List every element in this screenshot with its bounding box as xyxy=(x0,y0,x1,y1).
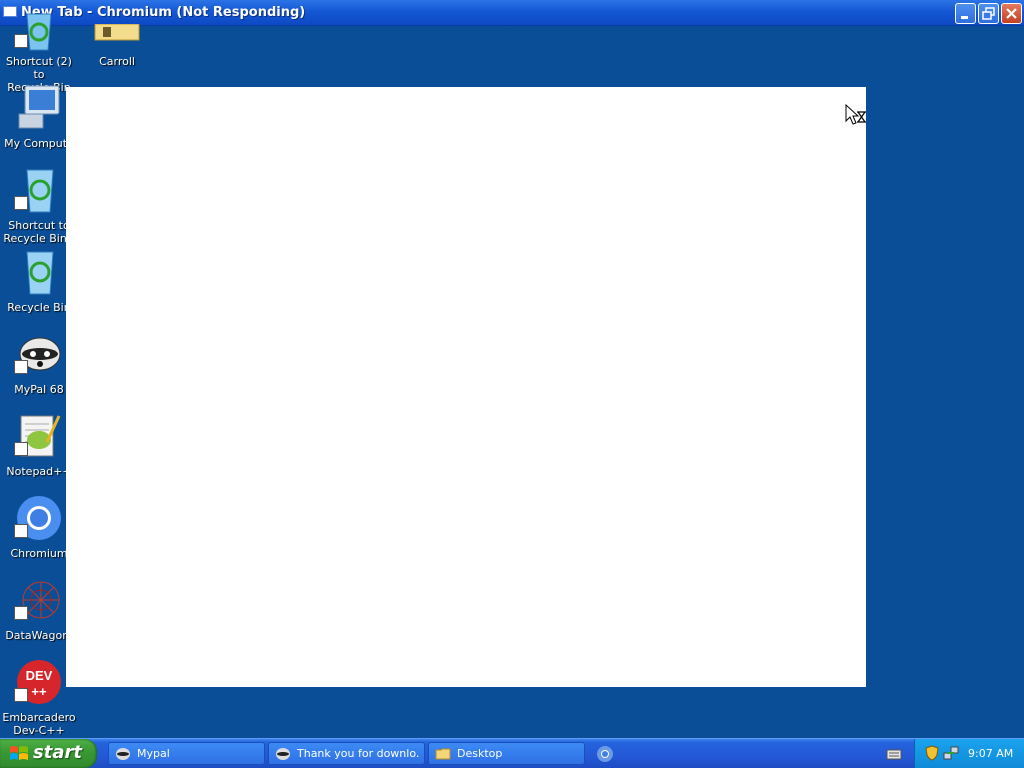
svg-text:++: ++ xyxy=(31,684,47,699)
system-tray: 9:07 AM xyxy=(914,739,1024,768)
shortcut-arrow-icon xyxy=(14,360,28,374)
taskbar-button-desktop[interactable]: Desktop xyxy=(428,742,585,765)
security-shield-icon[interactable] xyxy=(925,745,939,761)
start-label: start xyxy=(33,742,82,763)
taskbar-button-label: Desktop xyxy=(457,747,503,760)
close-button[interactable] xyxy=(1001,3,1022,24)
recycle-bin-icon xyxy=(26,251,54,295)
mypal-raccoon-icon xyxy=(116,748,130,760)
start-button[interactable]: start xyxy=(0,739,97,768)
mypal-raccoon-icon xyxy=(276,748,290,760)
busy-cursor-icon xyxy=(845,104,866,125)
desktop-icon-shortcut2-recycle-bin[interactable]: Shortcut (2) to Recycle Bin xyxy=(0,13,78,94)
shortcut-arrow-icon xyxy=(14,442,28,456)
browser-content-area[interactable] xyxy=(66,87,866,687)
desktop-icon-label: Embarcadero Dev-C++ xyxy=(2,711,76,737)
folder-icon xyxy=(435,748,451,760)
minimize-button[interactable] xyxy=(955,3,976,24)
shortcut-arrow-icon xyxy=(14,606,28,620)
minimize-icon xyxy=(961,16,968,19)
restore-button[interactable] xyxy=(978,3,999,24)
windows-logo-icon xyxy=(10,746,28,760)
taskbar-button-label: Mypal xyxy=(137,747,170,760)
taskbar-button-thank-you[interactable]: Thank you for downlo... xyxy=(268,742,425,765)
restore-icon xyxy=(982,7,995,20)
close-icon xyxy=(1006,8,1017,19)
shortcut-arrow-icon xyxy=(14,196,28,210)
shortcut-arrow-icon xyxy=(14,688,28,702)
taskbar: start Mypal Thank you for downlo... Desk… xyxy=(0,738,1024,768)
chromium-icon[interactable] xyxy=(596,745,614,763)
keyboard-icon[interactable] xyxy=(886,747,902,761)
desktop-icon-carroll[interactable]: Carroll xyxy=(78,24,156,70)
desktop-icon-label: Carroll xyxy=(99,55,135,68)
svg-text:DEV: DEV xyxy=(26,668,53,683)
network-icon[interactable] xyxy=(943,745,959,761)
window-title-bar[interactable]: New Tab - Chromium (Not Responding) xyxy=(0,0,1024,26)
shortcut-arrow-icon xyxy=(14,524,28,538)
window-title: New Tab - Chromium (Not Responding) xyxy=(21,5,306,20)
taskbar-button-mypal[interactable]: Mypal xyxy=(108,742,265,765)
clock[interactable]: 9:07 AM xyxy=(968,747,1013,760)
my-computer-icon xyxy=(18,85,60,129)
taskbar-button-label: Thank you for downlo... xyxy=(297,747,419,760)
shortcut-arrow-icon xyxy=(14,34,28,48)
folder-icon xyxy=(94,24,140,41)
